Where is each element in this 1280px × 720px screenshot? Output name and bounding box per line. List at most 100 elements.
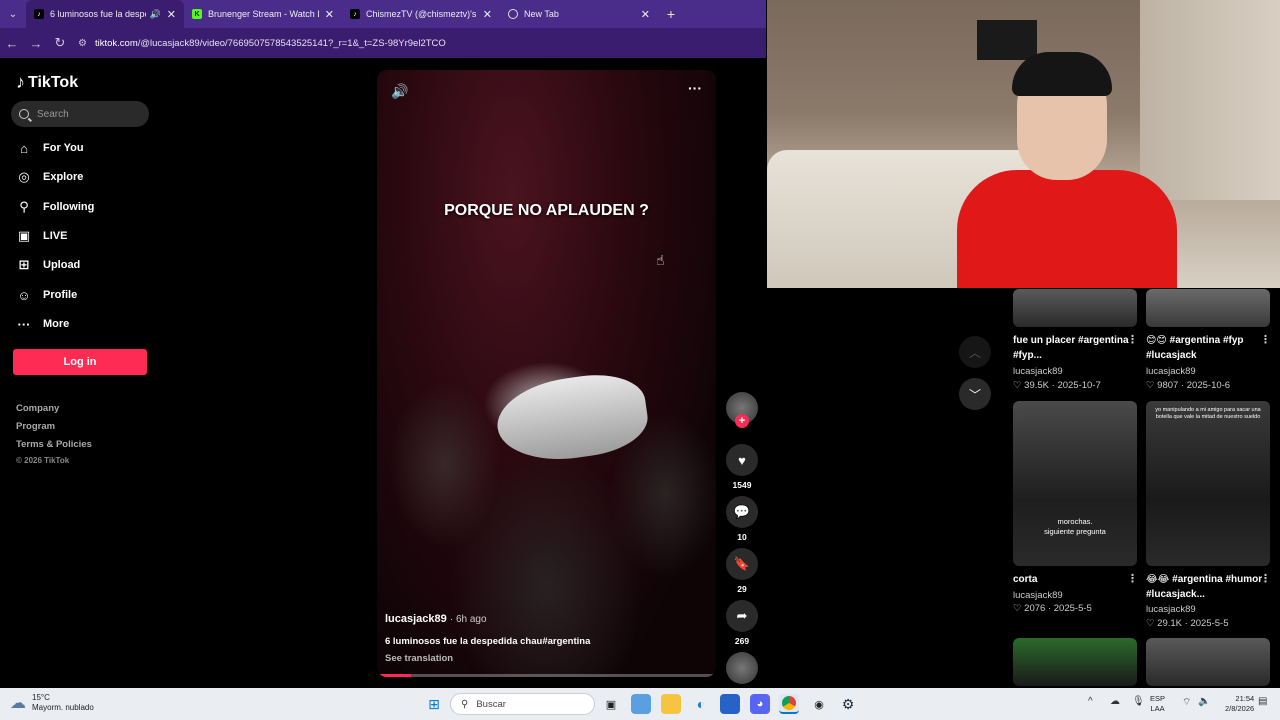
- obs-icon[interactable]: ◉: [809, 694, 829, 714]
- store-icon[interactable]: [720, 694, 740, 714]
- sound-disc-icon[interactable]: [726, 652, 758, 684]
- nav-profile[interactable]: ☺ Profile: [16, 287, 77, 303]
- footer-terms-link[interactable]: Terms & Policies: [16, 439, 92, 450]
- related-title[interactable]: corta: [1013, 572, 1137, 587]
- related-date: 2025-10-6: [1186, 380, 1231, 391]
- widgets-icon[interactable]: [631, 694, 651, 714]
- video-description: 6 luminosos fue la despedida chau#argent…: [385, 636, 591, 647]
- forward-icon[interactable]: →: [24, 36, 48, 51]
- tab-search-icon[interactable]: ⌄: [0, 0, 26, 28]
- related-meta: ♡ 9807 · 2025-10-6: [1146, 380, 1231, 391]
- related-meta: ♡ 2076 · 2025-5-5: [1013, 603, 1092, 614]
- tab-tiktok-video[interactable]: ♪ 6 luminosos fue la despedi 🔊 ✕: [26, 0, 184, 28]
- see-translation-link[interactable]: See translation: [385, 653, 453, 664]
- wifi-icon[interactable]: ⌔: [1182, 696, 1191, 709]
- related-author[interactable]: lucasjack89: [1146, 604, 1196, 615]
- author-name[interactable]: lucasjack89: [385, 613, 447, 625]
- heart-outline-icon: ♡: [1146, 380, 1155, 391]
- url-domain: tiktok.com: [94, 37, 138, 49]
- video-player[interactable]: 🔊 ··· PORQUE NO APLAUDEN ? lucasjack89 ·…: [377, 70, 716, 677]
- login-button[interactable]: Log in: [13, 349, 147, 375]
- follow-plus-icon[interactable]: +: [735, 414, 749, 428]
- network-icon[interactable]: ☁: [1110, 696, 1120, 707]
- nav-more[interactable]: ··· More: [16, 316, 70, 332]
- related-author[interactable]: lucasjack89: [1013, 590, 1063, 601]
- home-icon: ⌂: [20, 140, 28, 156]
- weather-widget[interactable]: ☁ 15°C Mayorm. nublado: [10, 693, 94, 713]
- tab-kick-stream[interactable]: K Brunenger Stream - Watch Live ✕: [184, 0, 342, 28]
- related-author[interactable]: lucasjack89: [1013, 366, 1063, 377]
- chrome-icon: [508, 9, 518, 19]
- volume-icon[interactable]: 🔊: [391, 83, 408, 100]
- task-view-icon[interactable]: ▣: [601, 694, 621, 714]
- previous-video-button[interactable]: ︿: [959, 336, 991, 368]
- close-tab-icon[interactable]: ✕: [641, 8, 650, 21]
- more-options-icon[interactable]: ⋮: [1127, 572, 1138, 585]
- back-icon[interactable]: ←: [0, 36, 24, 51]
- related-title[interactable]: fue un placer #argentina #fyp...: [1013, 333, 1137, 363]
- close-tab-icon[interactable]: ✕: [325, 8, 334, 21]
- comment-button[interactable]: 💬: [726, 496, 758, 528]
- new-tab-button[interactable]: +: [658, 6, 684, 22]
- notification-icon[interactable]: ▤: [1258, 696, 1267, 707]
- taskbar-search[interactable]: ⚲ Buscar: [450, 693, 595, 715]
- speaker-icon[interactable]: 🔊: [150, 9, 161, 20]
- discord-icon[interactable]: ◕: [750, 694, 770, 714]
- red-shirt: [957, 170, 1177, 288]
- related-author[interactable]: lucasjack89: [1146, 366, 1196, 377]
- system-clock[interactable]: 21:54 2/8/2026: [1225, 694, 1254, 714]
- author-avatar[interactable]: +: [726, 392, 758, 428]
- file-explorer-icon[interactable]: [661, 694, 681, 714]
- tab-new-tab[interactable]: New Tab ✕: [500, 0, 658, 28]
- more-options-icon[interactable]: ⋮: [1260, 572, 1271, 585]
- language-indicator[interactable]: ESP LAA: [1150, 694, 1165, 714]
- progress-fill: [377, 674, 411, 677]
- nav-label: Following: [43, 201, 95, 213]
- video-author[interactable]: lucasjack89 · 6h ago: [385, 613, 487, 625]
- nav-live[interactable]: ▣ LIVE: [16, 228, 68, 244]
- more-options-icon[interactable]: ⋮: [1260, 333, 1271, 346]
- like-button[interactable]: ♥: [726, 444, 758, 476]
- related-title[interactable]: 😂😂 #argentina #humor #lucasjack...: [1146, 572, 1270, 602]
- next-video-button[interactable]: ﹀: [959, 378, 991, 410]
- related-thumbnail[interactable]: [1013, 638, 1137, 686]
- more-options-icon[interactable]: ⋮: [1127, 333, 1138, 346]
- tiktok-icon: ♪: [16, 72, 25, 92]
- tiktok-logo[interactable]: ♪ TikTok: [16, 72, 78, 93]
- nav-upload[interactable]: ⊞ Upload: [16, 257, 81, 273]
- site-info-icon[interactable]: ⚙: [78, 38, 87, 49]
- reload-icon[interactable]: ↻: [48, 35, 72, 51]
- related-title[interactable]: 😊😊 #argentina #fyp #lucasjack: [1146, 333, 1270, 363]
- footer-program-link[interactable]: Program: [16, 421, 55, 432]
- related-thumbnail[interactable]: yo manipulando a mi amigo para sacar una…: [1146, 401, 1270, 566]
- close-tab-icon[interactable]: ✕: [167, 8, 176, 21]
- related-thumbnail[interactable]: [1013, 289, 1137, 327]
- edge-icon[interactable]: ◐: [691, 694, 711, 714]
- footer-company-link[interactable]: Company: [16, 403, 59, 414]
- tab-chismeztv[interactable]: ♪ ChismezTV (@chismeztv)'s vide ✕: [342, 0, 500, 28]
- nav-for-you[interactable]: ⌂ For You: [16, 140, 83, 156]
- nav-following[interactable]: ⚲ Following: [16, 199, 94, 215]
- more-options-icon[interactable]: ···: [688, 80, 702, 96]
- steam-icon[interactable]: ⚙: [838, 694, 858, 714]
- video-progress-bar[interactable]: [377, 674, 716, 677]
- following-icon: ⚲: [19, 199, 29, 214]
- related-likes: 39.5K: [1024, 380, 1049, 391]
- windows-start-icon[interactable]: ⊞: [424, 694, 444, 714]
- related-thumbnail[interactable]: [1146, 289, 1270, 327]
- search-input[interactable]: Search: [11, 101, 149, 127]
- profile-icon: ☺: [17, 287, 31, 303]
- chevron-up-icon[interactable]: ^: [1088, 696, 1093, 707]
- share-button[interactable]: ➦: [726, 600, 758, 632]
- chrome-icon[interactable]: [779, 694, 799, 714]
- close-tab-icon[interactable]: ✕: [483, 8, 492, 21]
- microphone-icon[interactable]: 🎙: [1132, 696, 1145, 707]
- related-thumbnail[interactable]: morochas. siguiente pregunta: [1013, 401, 1137, 566]
- related-thumbnail[interactable]: [1146, 638, 1270, 686]
- save-button[interactable]: 🔖: [726, 548, 758, 580]
- search-placeholder: Search: [37, 108, 69, 120]
- nav-explore[interactable]: ◎ Explore: [16, 169, 83, 185]
- related-date: 2025-10-7: [1057, 380, 1101, 391]
- address-bar[interactable]: ⚙ tiktok.com/@lucasjack89/video/76695075…: [78, 32, 766, 54]
- volume-icon[interactable]: 🔈: [1198, 696, 1210, 707]
